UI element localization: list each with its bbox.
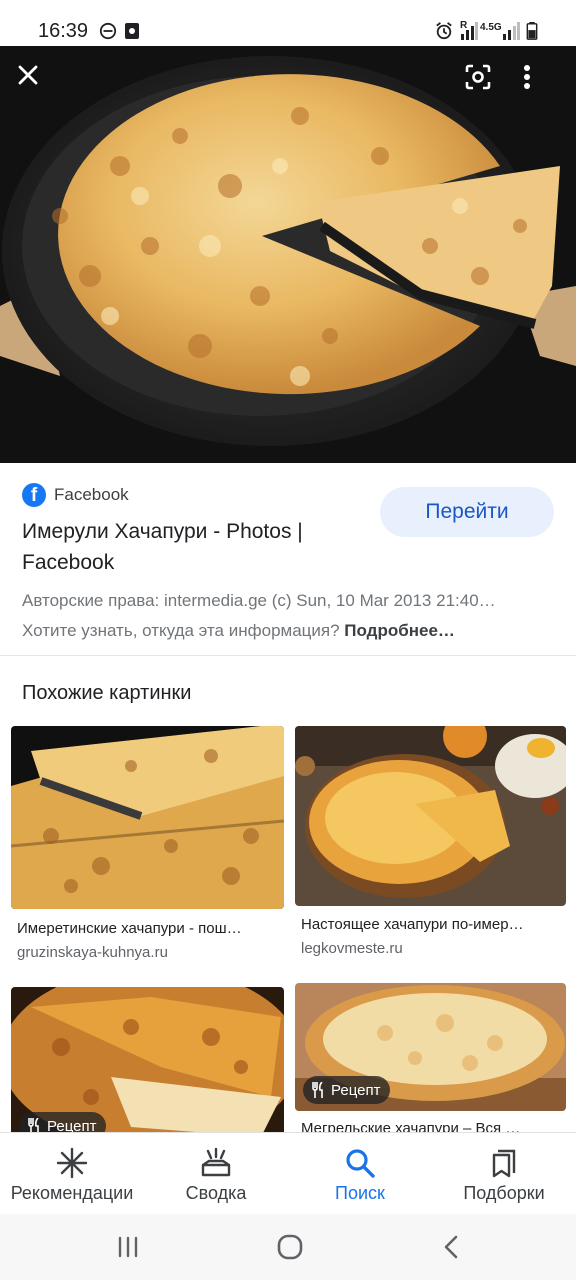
google-lens-icon <box>465 64 491 90</box>
related-thumbnail <box>295 726 566 906</box>
recent-apps-icon <box>118 1236 138 1258</box>
result-title[interactable]: Имерули Хачапури - Photos | Facebook <box>22 516 362 578</box>
learn-more-link[interactable]: Подробнее… <box>344 621 455 640</box>
search-icon <box>346 1149 375 1178</box>
khachapuri-thumbnail-1 <box>11 726 284 909</box>
more-vert-icon <box>524 65 530 89</box>
close-icon <box>18 65 38 85</box>
related-thumbnail <box>11 726 284 909</box>
source-row[interactable]: f Facebook <box>22 483 129 507</box>
nav-collections[interactable]: Подборки <box>432 1133 576 1214</box>
battery-icon <box>526 22 538 40</box>
related-heading: Похожие картинки <box>22 682 192 704</box>
nav-discover-label: Рекомендации <box>10 1183 134 1203</box>
asterisk-icon <box>56 1147 88 1179</box>
home-button[interactable] <box>275 1232 305 1262</box>
nav-updates[interactable]: Сводка <box>144 1133 288 1214</box>
home-icon <box>277 1234 303 1260</box>
recipe-badge-label: Рецепт <box>331 1081 381 1099</box>
system-navigation-bar <box>0 1214 576 1280</box>
signal-icon <box>461 22 478 40</box>
nav-updates-label: Сводка <box>185 1183 247 1203</box>
recent-apps-button[interactable] <box>113 1232 143 1262</box>
status-time: 16:39 <box>38 20 89 42</box>
related-domain: gruzinskaya-kuhnya.ru <box>17 944 168 961</box>
khachapuri-thumbnail-3 <box>11 987 284 1132</box>
related-domain: legkovmeste.ru <box>301 940 403 957</box>
related-caption: Настоящее хачапури по-имер… <box>301 916 524 933</box>
khachapuri-thumbnail-2 <box>295 726 566 906</box>
related-image-card[interactable]: Рецепт <box>11 987 284 1140</box>
network-type: 4.5G <box>480 22 502 33</box>
signal-2-icon <box>503 22 520 40</box>
status-bar: 16:39 R 4.5G <box>0 0 576 46</box>
app-notification-icon <box>125 23 139 39</box>
nav-search-label: Поиск <box>335 1183 385 1203</box>
related-image-card[interactable]: Имеретинские хачапури - пош… gruzinskaya… <box>11 726 284 966</box>
info-row: Хотите узнать, откуда эта информация? По… <box>22 621 455 641</box>
alarm-icon <box>436 22 452 40</box>
info-question: Хотите узнать, откуда эта информация? <box>22 621 340 640</box>
back-icon <box>444 1235 458 1259</box>
khachapuri-photo <box>0 46 576 463</box>
related-image-card[interactable]: Рецепт Мегрельские хачапури – Вся … <box>295 983 566 1132</box>
collections-icon <box>492 1149 516 1178</box>
source-name: Facebook <box>54 485 129 504</box>
divider <box>0 655 576 656</box>
facebook-icon: f <box>22 483 46 507</box>
nav-discover[interactable]: Рекомендации <box>0 1133 144 1214</box>
more-options-button[interactable] <box>523 64 559 100</box>
lens-button[interactable] <box>465 64 501 100</box>
visit-button[interactable]: Перейти <box>380 487 554 537</box>
fork-knife-icon <box>312 1082 323 1098</box>
dnd-icon <box>99 22 117 40</box>
copyright-text: Авторские права: intermedia.ge (c) Sun, … <box>22 591 496 610</box>
recipe-badge: Рецепт <box>303 1076 391 1104</box>
main-image[interactable] <box>0 46 576 463</box>
updates-icon <box>201 1147 231 1177</box>
close-button[interactable] <box>17 64 53 100</box>
nav-search[interactable]: Поиск <box>288 1133 432 1214</box>
related-caption: Мегрельские хачапури – Вся … <box>301 1120 521 1132</box>
related-caption: Имеретинские хачапури - пош… <box>17 920 242 937</box>
bottom-navigation: Рекомендации Сводка Поиск Подборки <box>0 1132 576 1214</box>
back-button[interactable] <box>436 1232 466 1262</box>
related-thumbnail <box>11 987 284 1132</box>
related-image-card[interactable]: Настоящее хачапури по-имер… legkovmeste.… <box>295 726 566 966</box>
nav-collections-label: Подборки <box>463 1183 545 1203</box>
